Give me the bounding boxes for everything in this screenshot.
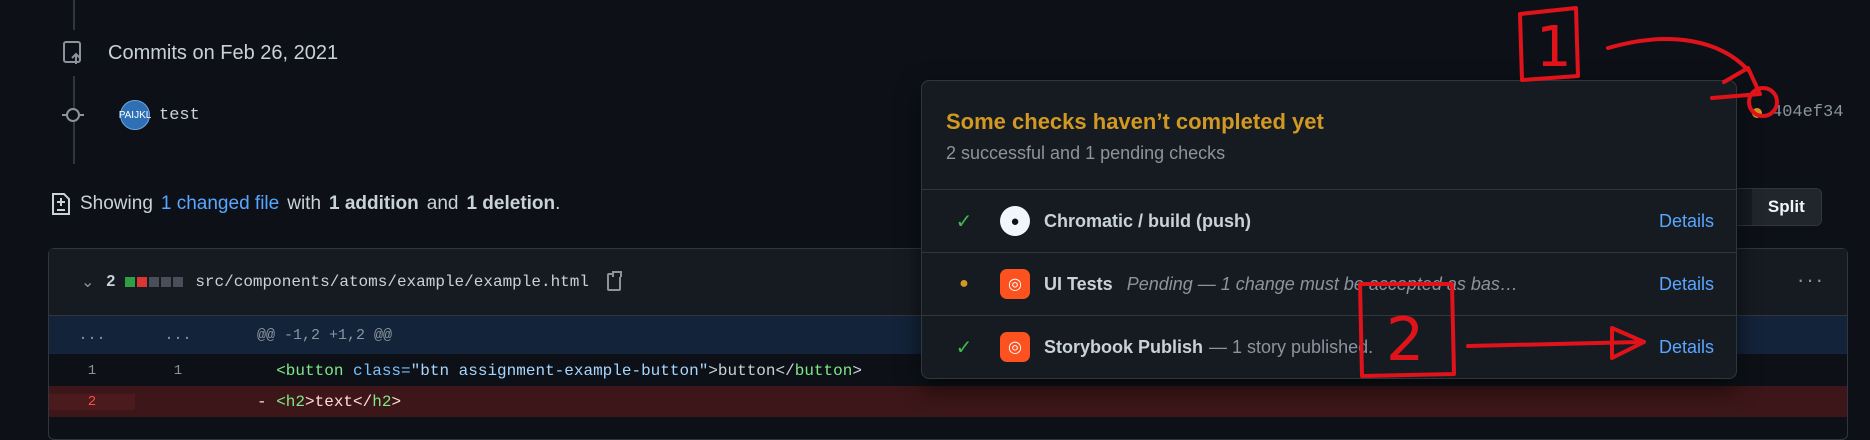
annotation-circle [1747,86,1779,118]
annotation-overlay: 1 2 [1358,6,1779,378]
annotation-label-1: 1 [1536,15,1572,80]
annotation-arrow-2 [1466,326,1646,360]
annotation-arrow-1 [1606,37,1762,100]
annotation-label-2: 2 [1386,305,1424,375]
